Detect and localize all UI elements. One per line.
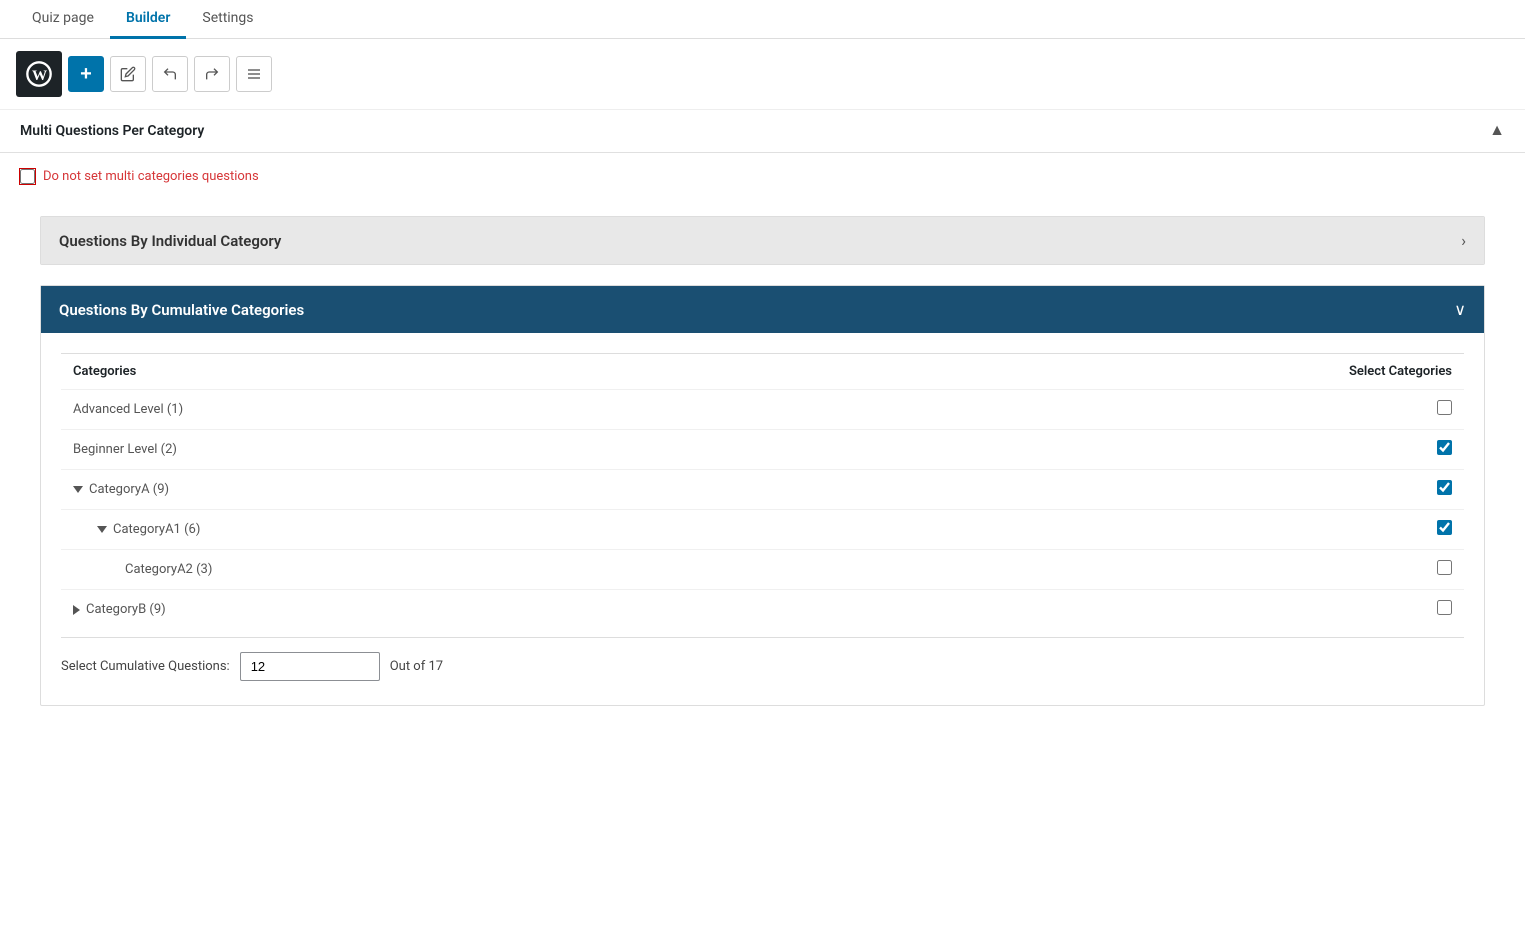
table-row: Beginner Level (2) [61, 430, 1464, 470]
do-not-set-label[interactable]: Do not set multi categories questions [43, 169, 259, 184]
category-label: Beginner Level (2) [61, 430, 850, 470]
svg-text:W: W [32, 67, 47, 84]
categoryA2-checkbox[interactable] [1437, 560, 1452, 575]
main-content: Multi Questions Per Category ▲ Do not se… [0, 110, 1525, 706]
categoryB-checkbox[interactable] [1437, 600, 1452, 615]
cumulative-chevron: ∨ [1454, 300, 1466, 319]
menu-button[interactable] [236, 56, 272, 92]
col-select: Select Categories [850, 354, 1464, 390]
category-label: CategoryB (9) [61, 590, 850, 630]
table-row: Advanced Level (1) [61, 390, 1464, 430]
col-categories: Categories [61, 354, 850, 390]
multi-questions-section-header: Multi Questions Per Category ▲ [0, 110, 1525, 153]
tab-settings[interactable]: Settings [186, 0, 269, 39]
out-of-text: Out of 17 [390, 659, 443, 674]
categories-table: Categories Select Categories Advanced Le… [61, 353, 1464, 629]
cumulative-header[interactable]: Questions By Cumulative Categories ∨ [41, 286, 1484, 333]
do-not-set-row: Do not set multi categories questions [0, 153, 1525, 200]
cumulative-questions-label: Select Cumulative Questions: [61, 659, 230, 674]
table-row: CategoryA1 (6) [61, 510, 1464, 550]
table-row: CategoryA (9) [61, 470, 1464, 510]
cumulative-content: Categories Select Categories Advanced Le… [41, 333, 1484, 705]
individual-category-chevron: › [1461, 231, 1466, 250]
add-button[interactable]: + [68, 56, 104, 92]
multi-questions-toggle[interactable]: ▲ [1489, 122, 1505, 140]
tab-quiz-page[interactable]: Quiz page [16, 0, 110, 39]
beginner-level-checkbox[interactable] [1437, 440, 1452, 455]
wp-logo: W [16, 51, 62, 97]
categoryA-checkbox[interactable] [1437, 480, 1452, 495]
individual-category-header[interactable]: Questions By Individual Category › [41, 217, 1484, 264]
categoryA1-checkbox[interactable] [1437, 520, 1452, 535]
individual-category-section: Questions By Individual Category › [40, 216, 1485, 265]
undo-button[interactable] [152, 56, 188, 92]
multi-questions-title: Multi Questions Per Category [20, 123, 204, 139]
tab-builder[interactable]: Builder [110, 0, 186, 39]
top-nav: Quiz page Builder Settings [0, 0, 1525, 39]
do-not-set-checkbox[interactable] [20, 169, 35, 184]
category-label: CategoryA2 (3) [61, 550, 850, 590]
cumulative-questions-input[interactable] [240, 652, 380, 681]
toolbar: W + [0, 39, 1525, 110]
table-row: CategoryB (9) [61, 590, 1464, 630]
category-label: Advanced Level (1) [61, 390, 850, 430]
category-label: CategoryA1 (6) [61, 510, 850, 550]
individual-category-title: Questions By Individual Category [59, 232, 281, 250]
category-label: CategoryA (9) [61, 470, 850, 510]
advanced-level-checkbox[interactable] [1437, 400, 1452, 415]
table-row: CategoryA2 (3) [61, 550, 1464, 590]
redo-button[interactable] [194, 56, 230, 92]
edit-button[interactable] [110, 56, 146, 92]
cumulative-footer: Select Cumulative Questions: Out of 17 [61, 637, 1464, 685]
cumulative-title: Questions By Cumulative Categories [59, 301, 304, 319]
cumulative-section: Questions By Cumulative Categories ∨ Cat… [40, 285, 1485, 706]
